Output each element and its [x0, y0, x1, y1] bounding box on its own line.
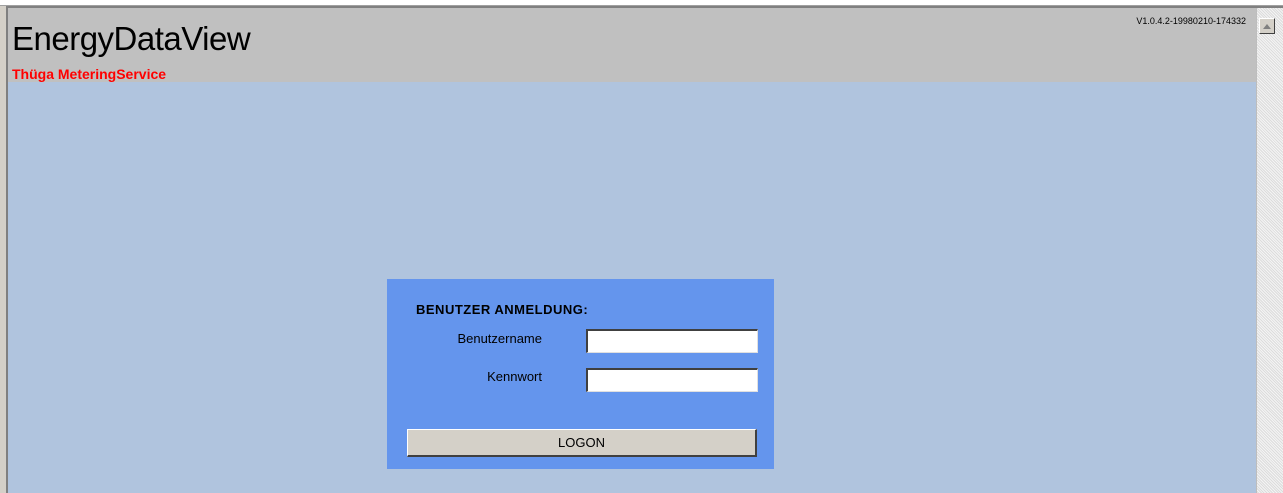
page-frame: EnergyDataView Thüga MeteringService V1.… — [6, 6, 1283, 493]
scroll-up-button[interactable] — [1259, 18, 1275, 34]
username-field[interactable] — [586, 329, 758, 353]
password-label: Kennwort — [487, 369, 542, 384]
app-header: EnergyDataView Thüga MeteringService V1.… — [8, 8, 1256, 82]
login-panel: BENUTZER ANMELDUNG: Benutzername Kennwor… — [387, 279, 774, 469]
login-title: BENUTZER ANMELDUNG: — [416, 302, 589, 317]
vertical-scrollbar[interactable] — [1256, 8, 1283, 493]
version-label: V1.0.4.2-19980210-174332 — [1136, 16, 1246, 26]
app-title: EnergyDataView — [12, 20, 251, 57]
logon-button[interactable]: LOGON — [407, 429, 757, 457]
triangle-up-icon — [1263, 23, 1271, 29]
password-field[interactable] — [586, 368, 758, 392]
app-subtitle: Thüga MeteringService — [12, 66, 167, 82]
username-label: Benutzername — [457, 331, 542, 346]
